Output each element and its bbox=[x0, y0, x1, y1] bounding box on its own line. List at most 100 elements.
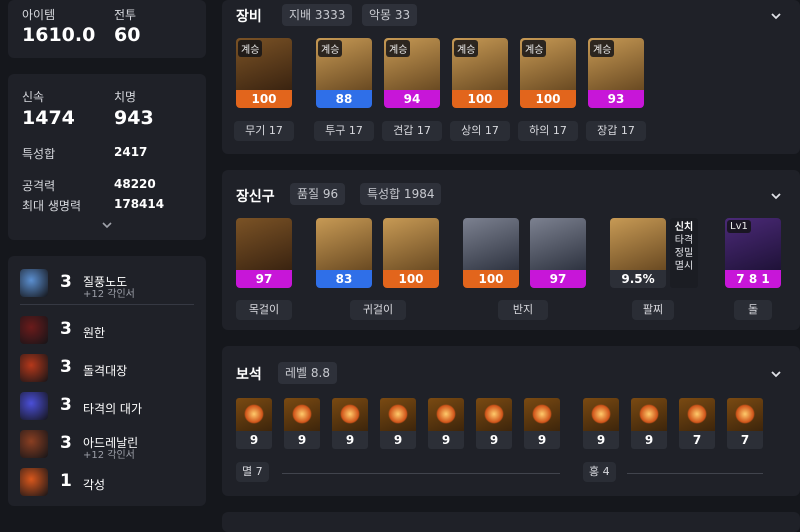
gems-level-pill: 레벨 8.8 bbox=[278, 362, 337, 384]
earring-1[interactable]: 83 bbox=[316, 218, 372, 288]
special-total-value: 2417 bbox=[114, 145, 148, 159]
earring-2[interactable]: 100 bbox=[383, 218, 439, 288]
ring-1-quality: 100 bbox=[463, 270, 519, 288]
bracelet-effects: 신치 타격 정밀 멸시 bbox=[670, 218, 698, 288]
engraving-divider bbox=[20, 304, 194, 305]
ring-2[interactable]: 97 bbox=[530, 218, 586, 288]
gem-item[interactable]: 9 bbox=[284, 398, 320, 449]
engraving-row[interactable]: 3 질풍노도 +12 각인서 bbox=[20, 267, 200, 300]
engraving-level: 3 bbox=[60, 433, 72, 453]
equipment-label: 투구 17 bbox=[314, 121, 374, 141]
gem-image bbox=[476, 398, 512, 431]
attack-label: 공격력 bbox=[22, 179, 56, 193]
equipment-image: 계승 bbox=[588, 38, 644, 90]
item-level-label: 아이템 bbox=[22, 8, 56, 22]
bracelet-effect: 타격 bbox=[674, 235, 694, 246]
accessories-special-pill: 특성합 1984 bbox=[360, 183, 442, 205]
equipment-item[interactable]: 계승 88 bbox=[316, 38, 372, 108]
accessories-quality-pill: 품질 96 bbox=[290, 183, 346, 205]
bracelet[interactable]: 9.5% bbox=[610, 218, 666, 288]
equipment-quality: 100 bbox=[452, 90, 508, 108]
gem-item[interactable]: 9 bbox=[476, 398, 512, 449]
stone-value: 7 8 1 bbox=[725, 270, 781, 288]
engraving-row[interactable]: 3 돌격대장 bbox=[20, 352, 200, 384]
accessories-card: 장신구 품질 96 특성합 1984 97 83 100 100 97 9.5%… bbox=[222, 170, 800, 330]
gem-item[interactable]: 9 bbox=[332, 398, 368, 449]
succession-tag: 계승 bbox=[318, 40, 343, 57]
engraving-row[interactable]: 3 타격의 대가 bbox=[20, 390, 200, 422]
engraving-row[interactable]: 3 아드레날린 +12 각인서 bbox=[20, 428, 200, 461]
attack-value: 48220 bbox=[114, 177, 156, 191]
combat-level-value: 60 bbox=[114, 24, 141, 46]
gem-image bbox=[284, 398, 320, 431]
crit-value: 943 bbox=[114, 107, 154, 129]
accessories-collapse-icon[interactable] bbox=[768, 188, 784, 204]
swift-label: 신속 bbox=[22, 90, 45, 104]
engraving-level: 1 bbox=[60, 471, 72, 491]
gem-level: 9 bbox=[380, 431, 416, 449]
equipment-item[interactable]: 계승 100 bbox=[236, 38, 292, 108]
engravings-card: 3 질풍노도 +12 각인서 3 원한 3 돌격대장 3 타격의 대가 3 아드레날린 +12 각인서… bbox=[8, 256, 206, 506]
gem-image bbox=[524, 398, 560, 431]
engraving-icon bbox=[20, 269, 48, 297]
gem-level: 9 bbox=[236, 431, 272, 449]
gem-item[interactable]: 9 bbox=[631, 398, 667, 449]
gem-item[interactable]: 9 bbox=[380, 398, 416, 449]
gem-group2-label: 홍 4 bbox=[583, 462, 616, 482]
ring-label: 반지 bbox=[498, 300, 548, 320]
equipment-item[interactable]: 계승 94 bbox=[384, 38, 440, 108]
gem-level: 9 bbox=[428, 431, 464, 449]
gem-image bbox=[236, 398, 272, 431]
equipment-label: 견갑 17 bbox=[382, 121, 442, 141]
gem-group1-label: 멸 7 bbox=[236, 462, 269, 482]
earring-1-quality: 83 bbox=[316, 270, 372, 288]
hp-label: 최대 생명력 bbox=[22, 199, 82, 213]
gem-level: 9 bbox=[476, 431, 512, 449]
gems-collapse-icon[interactable] bbox=[768, 366, 784, 382]
bracelet-effect: 신치 bbox=[674, 222, 694, 233]
hp-value: 178414 bbox=[114, 197, 165, 211]
equipment-quality: 94 bbox=[384, 90, 440, 108]
equipment-item[interactable]: 계승 93 bbox=[588, 38, 644, 108]
stone-level-tag: Lv1 bbox=[727, 220, 751, 233]
bracelet-image bbox=[610, 218, 666, 270]
gem-level: 9 bbox=[524, 431, 560, 449]
succession-tag: 계승 bbox=[454, 40, 479, 57]
engraving-level: 3 bbox=[60, 319, 72, 339]
gem-image bbox=[631, 398, 667, 431]
ring-image bbox=[463, 218, 519, 270]
ring-1[interactable]: 100 bbox=[463, 218, 519, 288]
succession-tag: 계승 bbox=[590, 40, 615, 57]
expand-chevron-icon[interactable] bbox=[101, 220, 113, 230]
succession-tag: 계승 bbox=[238, 40, 263, 57]
gem-item[interactable]: 7 bbox=[679, 398, 715, 449]
gem-level: 9 bbox=[284, 431, 320, 449]
combat-level-label: 전투 bbox=[114, 8, 137, 22]
ability-stone[interactable]: Lv1 7 8 1 bbox=[725, 218, 781, 288]
gem-item[interactable]: 9 bbox=[583, 398, 619, 449]
necklace[interactable]: 97 bbox=[236, 218, 292, 288]
gem-item[interactable]: 9 bbox=[524, 398, 560, 449]
engraving-row[interactable]: 3 원한 bbox=[20, 314, 200, 346]
equipment-title: 장비 bbox=[236, 9, 262, 25]
gem-item[interactable]: 9 bbox=[428, 398, 464, 449]
gem-item[interactable]: 9 bbox=[236, 398, 272, 449]
special-total-label: 특성합 bbox=[22, 147, 56, 161]
gem-image bbox=[380, 398, 416, 431]
equipment-item[interactable]: 계승 100 bbox=[452, 38, 508, 108]
gem-item[interactable]: 7 bbox=[727, 398, 763, 449]
engraving-row[interactable]: 1 각성 bbox=[20, 466, 200, 498]
succession-tag: 계승 bbox=[522, 40, 547, 57]
equipment-quality: 100 bbox=[236, 90, 292, 108]
crit-label: 치명 bbox=[114, 90, 137, 104]
next-card bbox=[222, 512, 800, 532]
equipment-label: 하의 17 bbox=[518, 121, 578, 141]
engraving-name: 각성 bbox=[83, 478, 106, 492]
gem-group2-line bbox=[627, 473, 763, 474]
equipment-item[interactable]: 계승 100 bbox=[520, 38, 576, 108]
equipment-collapse-icon[interactable] bbox=[768, 8, 784, 24]
summary-card: 아이템 1610.0 전투 60 bbox=[8, 0, 206, 58]
gem-level: 7 bbox=[727, 431, 763, 449]
equipment-label: 상의 17 bbox=[450, 121, 510, 141]
necklace-image bbox=[236, 218, 292, 270]
